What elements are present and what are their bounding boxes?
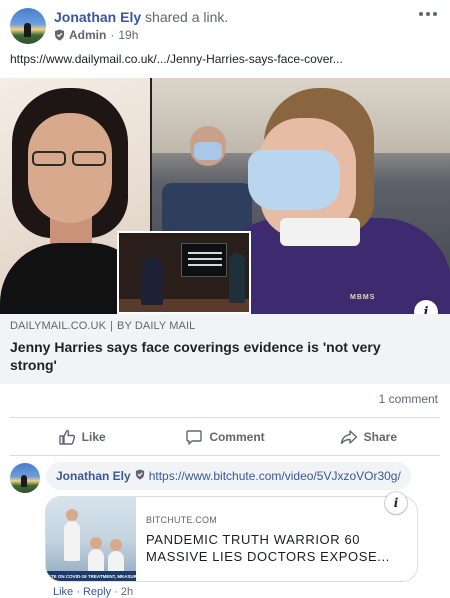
comment-link-card[interactable]: ATE ON COVID-19 TREATMENT, MEASURES BITC…	[45, 496, 418, 582]
comment-count[interactable]: 1 comment	[379, 392, 438, 406]
post-actions: Like Comment Share	[10, 420, 440, 454]
admin-shield-icon	[54, 29, 65, 41]
share-label: Share	[363, 430, 397, 444]
meta-separator: ·	[110, 28, 115, 42]
link-byline: BY DAILY MAIL	[117, 320, 196, 332]
school-badge-text: MBMS	[350, 294, 376, 301]
more-options-icon[interactable]	[416, 6, 440, 22]
card-domain: BITCHUTE.COM	[146, 515, 217, 525]
card-body: BITCHUTE.COM PANDEMIC TRUTH WARRIOR 60 M…	[146, 515, 406, 565]
comment-time[interactable]: 2h	[121, 586, 133, 598]
divider	[10, 455, 440, 456]
link-source: DAILYMAIL.CO.UK | BY DAILY MAIL	[10, 320, 196, 332]
commenter-name[interactable]: Jonathan Ely	[56, 469, 131, 483]
post-author-line: Jonathan Ely shared a link.	[54, 9, 228, 25]
meta-separator: ·	[114, 586, 118, 598]
link-caption[interactable]: DAILYMAIL.CO.UK | BY DAILY MAIL Jenny Harr…	[0, 314, 450, 384]
comment-like-link[interactable]: Like	[53, 586, 73, 598]
card-title[interactable]: PANDEMIC TRUTH WARRIOR 60 MASSIVE LIES D…	[146, 531, 406, 565]
comment-button[interactable]: Comment	[153, 420, 296, 454]
card-info-icon[interactable]: i	[385, 492, 407, 514]
link-preview-image[interactable]: MBMS	[0, 78, 450, 314]
author-action: shared a link.	[145, 9, 229, 25]
comment-reply-link[interactable]: Reply	[83, 586, 111, 598]
admin-label: Admin	[69, 28, 107, 42]
post-time[interactable]: 19h	[118, 28, 138, 42]
admin-shield-icon	[135, 467, 145, 485]
share-icon	[340, 428, 358, 446]
briefing-inset-photo	[117, 231, 251, 314]
post-header: Jonathan Ely shared a link. Admin · 19h	[0, 0, 450, 48]
thumbs-up-icon	[58, 428, 76, 446]
divider	[10, 417, 440, 418]
author-name[interactable]: Jonathan Ely	[54, 9, 141, 25]
comment-label: Comment	[209, 430, 265, 444]
link-title[interactable]: Jenny Harries says face coverings eviden…	[10, 338, 410, 374]
link-domain: DAILYMAIL.CO.UK	[10, 320, 107, 332]
thumbnail-caption: ATE ON COVID-19 TREATMENT, MEASURES	[46, 571, 136, 581]
video-thumbnail: ATE ON COVID-19 TREATMENT, MEASURES	[46, 497, 136, 581]
post-link-url[interactable]: https://www.dailymail.co.uk/.../Jenny-Ha…	[10, 52, 343, 66]
comment-link[interactable]: https://www.bitchute.com/video/5VJxzoVOr…	[149, 469, 401, 483]
meta-separator: ·	[76, 586, 80, 598]
share-button[interactable]: Share	[297, 420, 440, 454]
post-meta: Admin · 19h	[54, 28, 138, 42]
like-label: Like	[81, 430, 106, 444]
commenter-avatar[interactable]	[10, 463, 40, 493]
comment-meta: Like · Reply · 2h	[53, 586, 133, 598]
comment: Jonathan Ely https://www.bitchute.com/vi…	[0, 460, 450, 598]
author-avatar[interactable]	[10, 8, 46, 44]
comment-icon	[185, 428, 203, 446]
comment-bubble: Jonathan Ely https://www.bitchute.com/vi…	[46, 462, 411, 490]
like-button[interactable]: Like	[10, 420, 153, 454]
